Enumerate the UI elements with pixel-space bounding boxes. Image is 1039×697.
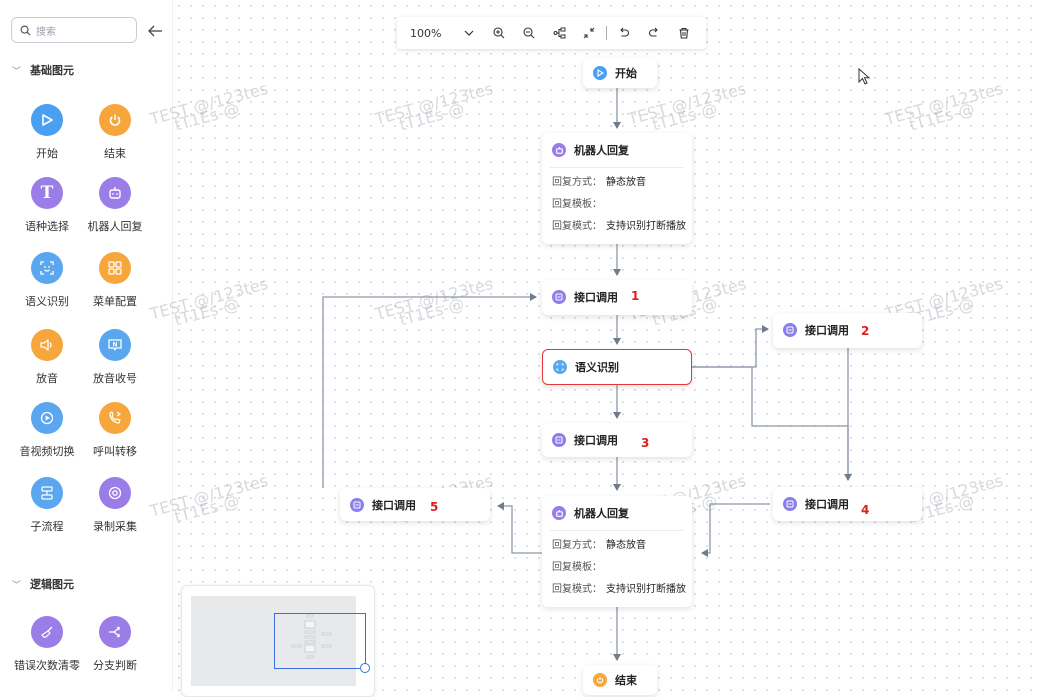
row-label: 回复模板：	[552, 199, 602, 210]
node-api-call-2[interactable]: 接口调用	[773, 313, 922, 348]
edge-api5-api1	[322, 293, 537, 488]
row-label: 回复方式：	[552, 177, 602, 188]
zoom-out-icon	[523, 27, 535, 39]
minimap-canvas	[191, 596, 370, 686]
annotation-badge-1: 1	[631, 289, 640, 303]
zoom-in-icon	[493, 27, 505, 39]
edge-semantic-api4	[692, 366, 849, 480]
compress-icon	[583, 27, 595, 39]
row-value: 静态放音	[606, 540, 646, 551]
node-api-call-3[interactable]: 接口调用	[542, 423, 692, 457]
node-row-reply-mode: 回复模式： 支持识别打断播放	[542, 579, 692, 601]
annotation-badge-4: 4	[861, 503, 870, 517]
edge-robot2-api5	[497, 502, 542, 554]
api-icon	[783, 497, 797, 511]
api-icon	[552, 433, 566, 447]
edge-semantic-api2	[692, 325, 769, 368]
play-icon	[593, 66, 607, 80]
undo-icon	[620, 27, 629, 37]
row-value: 支持识别打断播放	[606, 584, 686, 595]
node-row-reply-method: 回复方式： 静态放音	[542, 535, 692, 557]
node-title: 接口调用	[574, 434, 618, 447]
node-robot-reply-1[interactable]: 机器人回复 回复方式： 静态放音 回复模板： 回复模式： 支持识别打断播放	[542, 133, 692, 244]
api-icon	[350, 497, 364, 512]
node-title: 接口调用	[372, 498, 416, 512]
row-label: 回复方式：	[552, 540, 602, 551]
row-label: 回复模板：	[552, 562, 602, 573]
node-row-reply-method: 回复方式： 静态放音	[542, 172, 692, 194]
node-divider	[550, 530, 684, 531]
delete-button[interactable]	[669, 20, 699, 46]
robot-icon	[552, 506, 566, 520]
node-api-call-4[interactable]: 接口调用	[773, 487, 922, 521]
node-title: 语义识别	[575, 360, 619, 374]
api-icon	[552, 290, 566, 304]
minimap-resize-handle[interactable]	[360, 663, 370, 673]
node-title: 机器人回复	[574, 144, 629, 157]
node-title: 接口调用	[574, 291, 618, 304]
mouse-cursor-icon	[858, 68, 871, 85]
node-robot-reply-2[interactable]: 机器人回复 回复方式： 静态放音 回复模板： 回复模式： 支持识别打断播放	[542, 496, 692, 607]
minimap[interactable]	[181, 585, 375, 697]
node-start[interactable]: 开始	[583, 58, 657, 88]
row-value: 支持识别打断播放	[606, 221, 686, 232]
zoom-out-button[interactable]	[514, 20, 544, 46]
fit-view-button[interactable]	[574, 20, 604, 46]
canvas-toolbar: 100%	[397, 17, 706, 49]
row-label: 回复模式：	[552, 221, 602, 232]
row-value: 静态放音	[606, 177, 646, 188]
face-scan-icon	[553, 359, 567, 374]
zoom-dropdown-button[interactable]	[454, 20, 484, 46]
redo-icon	[649, 27, 658, 37]
edge-api4-robot2	[701, 503, 770, 557]
node-row-reply-mode: 回复模式： 支持识别打断播放	[542, 216, 692, 238]
node-row-reply-template: 回复模板：	[542, 557, 692, 579]
minimap-viewport[interactable]	[274, 613, 370, 673]
annotation-badge-2: 2	[861, 324, 870, 338]
trash-icon	[679, 27, 689, 39]
zoom-in-button[interactable]	[484, 20, 514, 46]
node-divider	[550, 167, 684, 168]
node-api-call-1[interactable]: 接口调用	[542, 280, 692, 315]
node-row-reply-template: 回复模板：	[542, 194, 692, 216]
layout-tree-icon	[553, 27, 565, 39]
auto-layout-button[interactable]	[544, 20, 574, 46]
node-api-call-5[interactable]: 接口调用	[340, 488, 490, 521]
redo-button[interactable]	[639, 20, 669, 46]
node-title: 结束	[615, 674, 637, 687]
row-label: 回复模式：	[552, 584, 602, 595]
node-title: 机器人回复	[574, 507, 629, 520]
node-title: 接口调用	[805, 324, 849, 337]
power-icon	[593, 673, 607, 687]
zoom-level: 100%	[410, 26, 442, 40]
chevron-down-icon	[464, 30, 474, 36]
node-semantic-recognition[interactable]: 语义识别	[542, 349, 692, 385]
node-title: 开始	[615, 67, 637, 80]
annotation-badge-3: 3	[641, 436, 650, 450]
api-icon	[783, 323, 797, 337]
annotation-badge-5: 5	[430, 500, 439, 514]
undo-button[interactable]	[609, 20, 639, 46]
node-title: 接口调用	[805, 498, 849, 511]
robot-icon	[552, 143, 566, 157]
toolbar-divider	[606, 26, 607, 40]
